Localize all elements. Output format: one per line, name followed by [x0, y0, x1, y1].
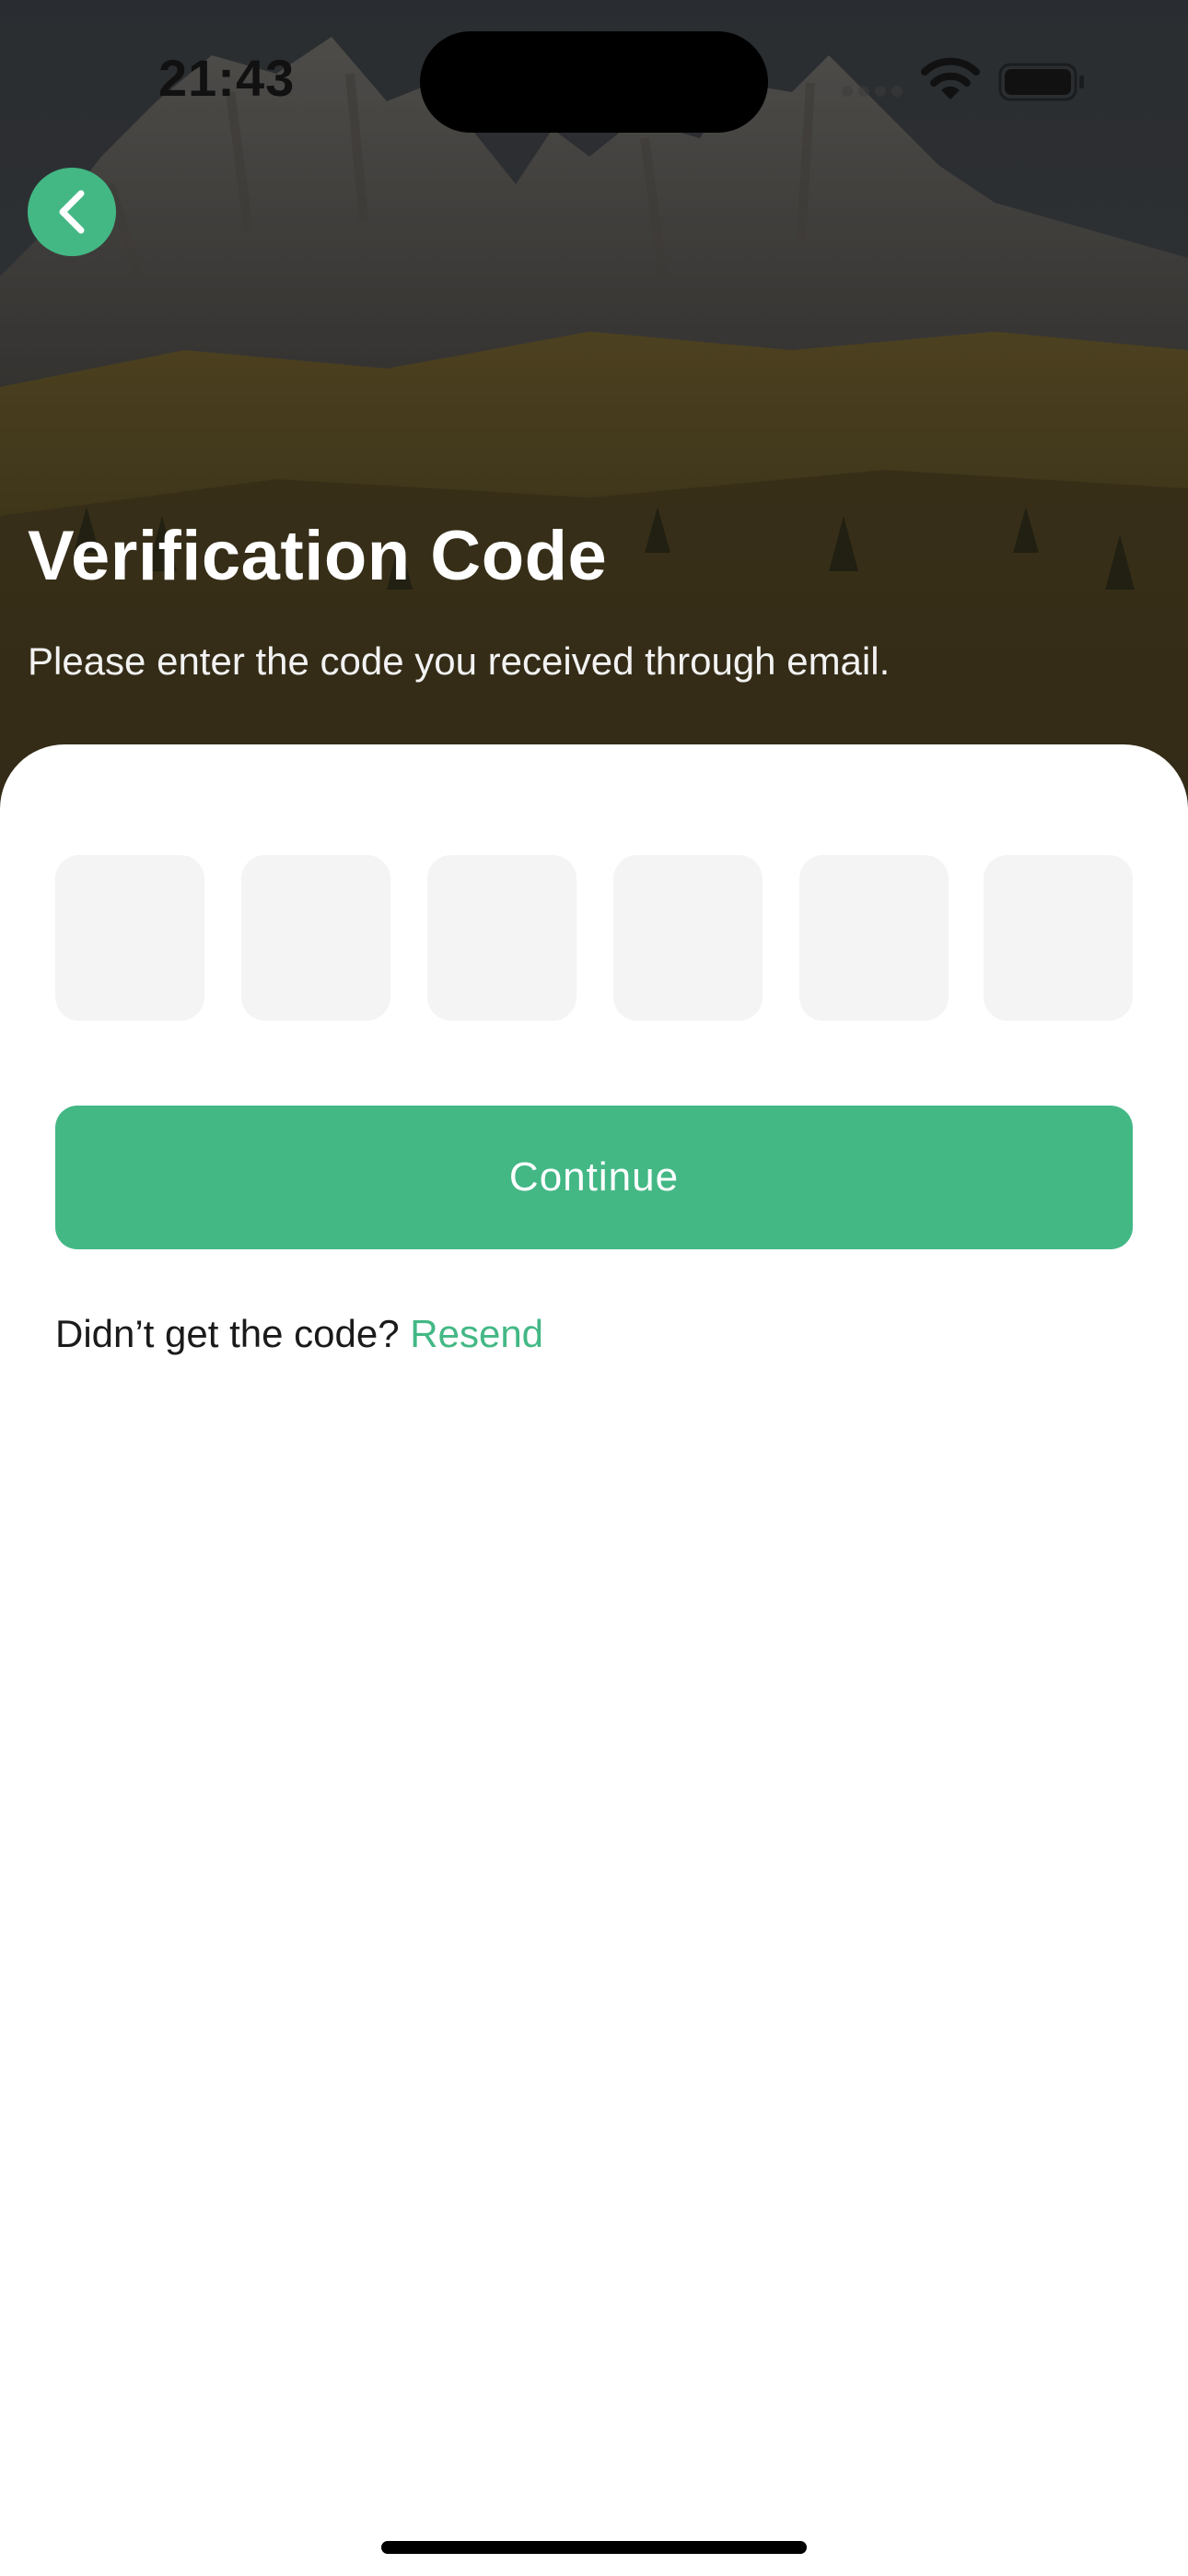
resend-row: Didn’t get the code? Resend [55, 1312, 543, 1356]
chevron-left-icon [59, 190, 85, 234]
page-title: Verification Code [28, 517, 608, 595]
code-digit-2[interactable] [241, 855, 390, 1021]
page-subtitle: Please enter the code you received throu… [28, 639, 891, 683]
cellular-signal-icon [842, 85, 908, 101]
wifi-icon [921, 57, 980, 108]
code-digit-6[interactable] [984, 855, 1133, 1021]
status-bar-time: 21:43 [158, 49, 296, 107]
resend-prompt: Didn’t get the code? [55, 1312, 411, 1355]
code-digit-5[interactable] [799, 855, 949, 1021]
code-digit-3[interactable] [427, 855, 577, 1021]
resend-link[interactable]: Resend [410, 1312, 543, 1355]
code-digit-4[interactable] [613, 855, 763, 1021]
back-button[interactable] [28, 168, 116, 256]
code-digit-1[interactable] [55, 855, 204, 1021]
continue-button[interactable]: Continue [55, 1106, 1133, 1249]
home-indicator [381, 2541, 807, 2554]
battery-icon [998, 63, 1087, 106]
continue-button-label: Continue [508, 1154, 680, 1200]
dynamic-island [420, 31, 768, 133]
